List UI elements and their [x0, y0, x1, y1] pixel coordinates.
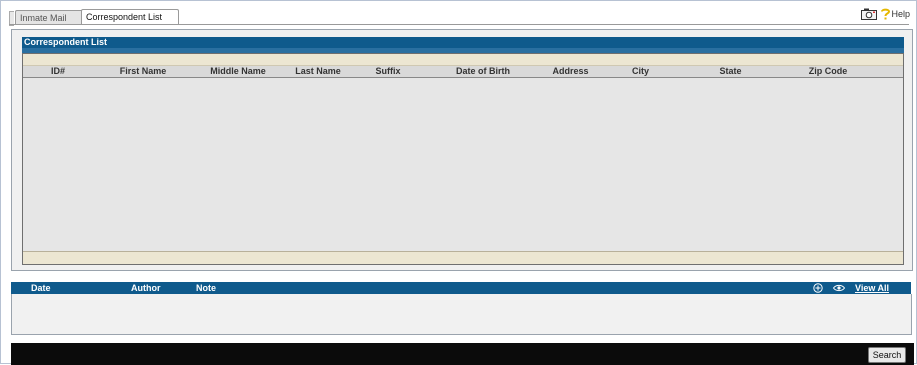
col-first-name[interactable]: First Name — [93, 66, 193, 77]
table-bottom-band — [23, 251, 903, 264]
bottom-action-bar: Search — [11, 343, 914, 365]
camera-icon[interactable] — [861, 8, 878, 20]
tab-bar: Inmate Mail Correspondent List — [9, 9, 909, 26]
notes-header: Date Author Note View All — [11, 282, 911, 294]
help-button[interactable]: Help — [881, 8, 910, 20]
notes-col-date: Date — [31, 283, 51, 293]
correspondent-panel: Correspondent List ID# First Name Middle… — [11, 29, 913, 271]
col-suffix[interactable]: Suffix — [353, 66, 423, 77]
col-address[interactable]: Address — [543, 66, 598, 77]
help-label: Help — [891, 9, 910, 19]
notes-col-note: Note — [196, 283, 216, 293]
tab-underline — [9, 24, 909, 25]
plus-circle-icon[interactable] — [813, 283, 823, 293]
correspondent-table[interactable]: ID# First Name Middle Name Last Name Suf… — [22, 53, 904, 265]
col-state[interactable]: State — [683, 66, 778, 77]
eye-icon[interactable] — [832, 284, 845, 292]
notes-actions: View All — [813, 282, 889, 294]
app-frame: Inmate Mail Correspondent List Help Corr… — [0, 0, 917, 365]
tab-correspondent-list[interactable]: Correspondent List — [81, 9, 179, 25]
search-button[interactable]: Search — [868, 347, 906, 363]
question-icon — [881, 8, 891, 20]
panel-title: Correspondent List — [22, 37, 904, 48]
notes-col-author: Author — [131, 283, 161, 293]
tab-inmate-mail[interactable]: Inmate Mail — [15, 10, 85, 25]
view-all-link[interactable]: View All — [855, 282, 889, 294]
col-date-of-birth[interactable]: Date of Birth — [423, 66, 543, 77]
col-middle-name[interactable]: Middle Name — [193, 66, 283, 77]
table-top-band — [23, 54, 903, 66]
table-header: ID# First Name Middle Name Last Name Suf… — [23, 66, 903, 78]
notes-list[interactable] — [11, 294, 912, 335]
top-toolbar: Help — [861, 8, 910, 20]
col-last-name[interactable]: Last Name — [283, 66, 353, 77]
col-zip-code[interactable]: Zip Code — [778, 66, 878, 77]
col-id[interactable]: ID# — [23, 66, 93, 77]
col-city[interactable]: City — [598, 66, 683, 77]
